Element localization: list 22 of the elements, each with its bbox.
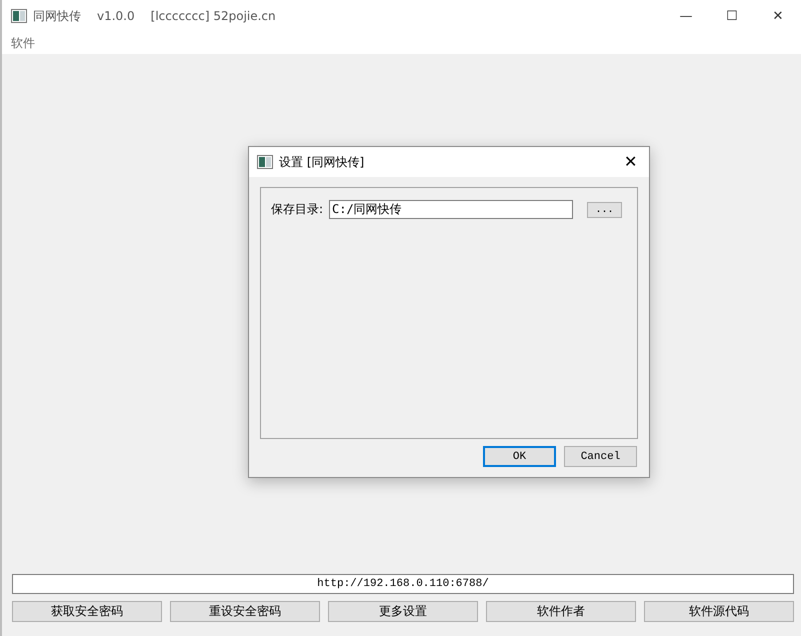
action-button[interactable]: 更多设置 [328,601,478,622]
dialog-button[interactable]: Cancel [564,446,637,467]
action-button[interactable]: 软件作者 [486,601,636,622]
field-label: 保存目录: [271,201,324,218]
version-text: v1.0.0 [97,9,135,23]
app-icon [257,155,273,169]
close-button[interactable]: ✕ [755,8,801,24]
window-subtitle: [lccccccc] 52pojie.cn [150,9,276,23]
url-field[interactable]: http://192.168.0.110:6788/ [12,574,794,594]
window-title: 同网快传 [33,8,81,24]
dialog-button[interactable]: OK [483,446,556,467]
minimize-button[interactable]: — [663,8,709,24]
close-button[interactable]: ✕ [620,152,641,172]
maximize-button[interactable]: ☐ [709,8,755,24]
action-button[interactable]: 重设安全密码 [170,601,320,622]
action-button[interactable]: 软件源代码 [644,601,794,622]
app-icon [11,9,27,23]
dialog-title: 设置 [同网快传] [279,154,366,170]
folder-field[interactable]: C:/同网快传 [329,200,574,219]
action-button[interactable]: 获取安全密码 [12,601,162,622]
menu-item[interactable]: 软件 [11,34,35,52]
browse-button[interactable]: ... [587,202,622,218]
